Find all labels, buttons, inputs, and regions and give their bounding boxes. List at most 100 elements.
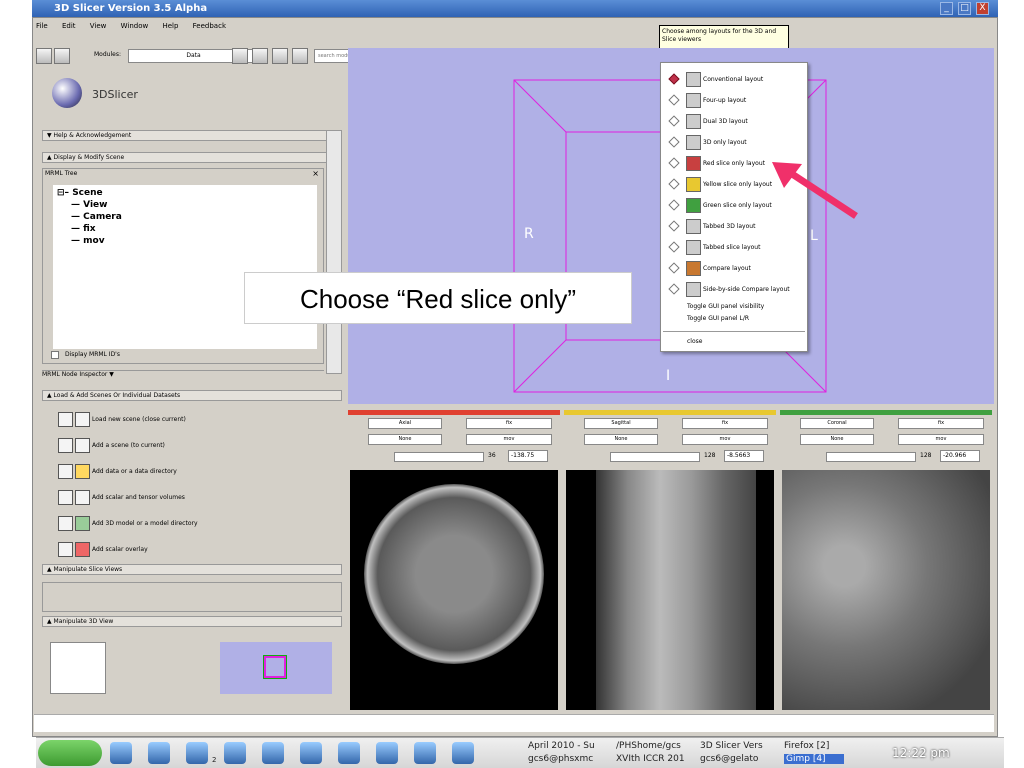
launcher-icon[interactable] [262, 742, 284, 764]
slice-offset-value[interactable]: -20.966 [940, 450, 980, 462]
toggle-gui-visibility[interactable]: Toggle GUI panel visibility [661, 301, 807, 313]
launcher-icon[interactable] [186, 742, 208, 764]
menu-window[interactable]: Window [121, 22, 149, 30]
window-titlebar[interactable]: 3D Slicer Version 3.5 Alpha [32, 0, 998, 17]
close-icon[interactable]: × [312, 169, 319, 178]
radio-icon [668, 136, 680, 148]
close-button[interactable]: X [976, 2, 989, 15]
slice-orientation-select[interactable]: Axial [368, 418, 442, 429]
layout-item-four-up-layout[interactable]: Four-up layout [661, 90, 807, 111]
menu-file[interactable]: File [36, 22, 48, 30]
add-data-row[interactable]: Add data or a data directory [58, 462, 177, 482]
slice-background-select[interactable]: None [368, 434, 442, 445]
section-slice-views[interactable]: ▲ Manipulate Slice Views [42, 564, 342, 575]
taskbar-item[interactable]: gcs6@gelato [700, 754, 758, 764]
slice-label-select[interactable]: mov [898, 434, 984, 445]
back-icon[interactable] [232, 48, 248, 64]
module-list-icon[interactable] [272, 48, 288, 64]
radio-icon [668, 199, 680, 211]
left-panel-scrollbar[interactable] [326, 130, 342, 374]
launcher-icon[interactable] [148, 742, 170, 764]
layout-item-label: Four-up layout [703, 97, 747, 104]
taskbar-item[interactable]: Firefox [2] [784, 741, 829, 751]
taskbar-item[interactable]: /PHShome/gcs [616, 741, 681, 751]
tree-item-fix[interactable]: — fix [71, 223, 96, 235]
slice-offset-slider[interactable] [826, 452, 916, 462]
layout-menu-close[interactable]: close [661, 335, 807, 349]
slice-viewer-sagittal: Sagittal None fix mov 128 -8.5663 [564, 410, 776, 710]
maximize-button[interactable]: □ [958, 2, 971, 15]
tree-item-camera[interactable]: — Camera [71, 211, 122, 223]
section-load[interactable]: ▲ Load & Add Scenes Or Individual Datase… [42, 390, 342, 401]
taskbar-item[interactable]: April 2010 - Su [528, 741, 595, 751]
layout-item-tabbed-slice-layout[interactable]: Tabbed slice layout [661, 237, 807, 258]
launcher-icon[interactable] [224, 742, 246, 764]
slice-orientation-select[interactable]: Coronal [800, 418, 874, 429]
layout-item-conventional-layout[interactable]: Conventional layout [661, 69, 807, 90]
add-scene-row[interactable]: Add a scene (to current) [58, 436, 165, 456]
slice-foreground-select[interactable]: fix [898, 418, 984, 429]
slice-offset-value[interactable]: -138.75 [508, 450, 548, 462]
3d-orientation-widget[interactable] [50, 642, 106, 694]
slice-image-coronal[interactable] [782, 470, 990, 710]
layout-item-side-by-side-compare-layout[interactable]: Side-by-side Compare layout [661, 279, 807, 300]
slice-label-select[interactable]: mov [466, 434, 552, 445]
minimize-button[interactable]: _ [940, 2, 953, 15]
window-title: 3D Slicer Version 3.5 Alpha [54, 3, 208, 14]
slice-background-select[interactable]: None [584, 434, 658, 445]
slice-orientation-select[interactable]: Sagittal [584, 418, 658, 429]
slice-image-sagittal[interactable] [566, 470, 774, 710]
tree-item-scene[interactable]: ⊟– Scene [57, 187, 103, 199]
taskbar-item[interactable]: gcs6@phsxmc [528, 754, 593, 764]
slice-image-axial[interactable] [350, 470, 558, 710]
launcher-icon[interactable] [110, 742, 132, 764]
section-3d-view[interactable]: ▲ Manipulate 3D View [42, 616, 342, 627]
launcher-icon[interactable] [376, 742, 398, 764]
slice-offset-slider[interactable] [394, 452, 484, 462]
toggle-gui-lr[interactable]: Toggle GUI panel L/R [661, 313, 807, 325]
slice-foreground-select[interactable]: fix [466, 418, 552, 429]
mrml-tree-view[interactable]: ⊟– Scene — View — Camera — fix — mov [53, 185, 317, 349]
slice-foreground-select[interactable]: fix [682, 418, 768, 429]
section-display[interactable]: ▲ Display & Modify Scene [42, 152, 342, 163]
slice-offset-value[interactable]: -8.5663 [724, 450, 764, 462]
add-model-row[interactable]: Add 3D model or a model directory [58, 514, 198, 534]
forward-icon[interactable] [252, 48, 268, 64]
radio-icon [668, 220, 680, 232]
tree-item-mov[interactable]: — mov [71, 235, 105, 247]
save-scene-icon[interactable] [54, 48, 70, 64]
launcher-icon[interactable] [338, 742, 360, 764]
layout-icon [686, 135, 701, 150]
add-overlay-row[interactable]: Add scalar overlay [58, 540, 148, 560]
load-new-scene-row[interactable]: Load new scene (close current) [58, 410, 186, 430]
workspace-indicator[interactable]: 2 [212, 756, 216, 764]
load-scene-icon[interactable] [36, 48, 52, 64]
layout-item-dual-3d-layout[interactable]: Dual 3D layout [661, 111, 807, 132]
menu-view[interactable]: View [90, 22, 107, 30]
search-icon[interactable] [292, 48, 308, 64]
layout-item-compare-layout[interactable]: Compare layout [661, 258, 807, 279]
slice-label-select[interactable]: mov [682, 434, 768, 445]
orientation-label-l: L [810, 228, 818, 244]
taskbar-clock[interactable]: 12:22 pm [892, 746, 950, 760]
thumbnail-box [263, 655, 287, 679]
taskbar-item[interactable]: XVIth ICCR 201 [616, 754, 685, 764]
menu-feedback[interactable]: Feedback [193, 22, 226, 30]
launcher-icon[interactable] [452, 742, 474, 764]
slice-background-select[interactable]: None [800, 434, 874, 445]
add-volumes-row[interactable]: Add scalar and tensor volumes [58, 488, 185, 508]
layout-item-3d-only-layout[interactable]: 3D only layout [661, 132, 807, 153]
menu-edit[interactable]: Edit [62, 22, 76, 30]
start-menu-button[interactable] [38, 740, 102, 766]
taskbar-item[interactable]: 3D Slicer Vers [700, 741, 763, 751]
slice-offset-slider[interactable] [610, 452, 700, 462]
taskbar-item[interactable]: Gimp [4] [784, 754, 844, 764]
menu-help[interactable]: Help [162, 22, 178, 30]
section-load-label: Load & Add Scenes Or Individual Datasets [53, 392, 181, 399]
launcher-icon[interactable] [414, 742, 436, 764]
tree-item-view[interactable]: — View [71, 199, 107, 211]
section-help[interactable]: ▼ Help & Acknowledgement [42, 130, 342, 141]
display-ids-checkbox[interactable] [51, 351, 59, 359]
mrml-node-inspector[interactable]: MRML Node Inspector ▼ [42, 370, 324, 380]
launcher-icon[interactable] [300, 742, 322, 764]
